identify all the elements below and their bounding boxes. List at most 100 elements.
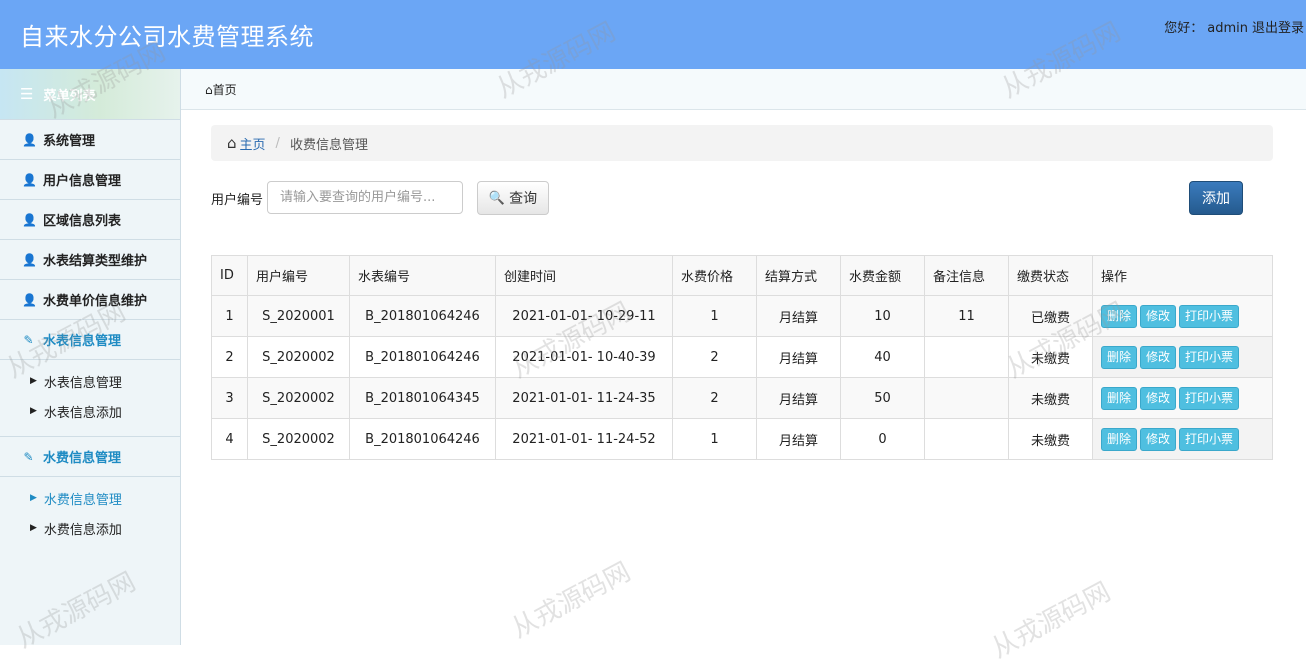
sidebar-item-label: 水费单价信息维护 — [43, 294, 148, 309]
column-header: 用户编号 — [247, 255, 350, 296]
tab-strip: ⌂首页 — [181, 69, 1306, 110]
table-cell: 2021-01-01- 10-40-39 — [495, 336, 673, 378]
table-cell: 10 — [840, 295, 925, 337]
table-cell: 1 — [211, 295, 248, 337]
column-header: ID — [211, 255, 248, 296]
table-row: 4 S_2020002 B_201801064246 2021-01-01- 1… — [211, 418, 1273, 460]
table-cell: 2 — [211, 336, 248, 378]
watermark: 从戎源码网 — [506, 556, 636, 645]
subitem-fee-add[interactable]: ▶ 水费信息添加 — [0, 513, 180, 543]
caret-right-icon: ▶ — [30, 406, 37, 416]
actions-cell: 删除 修改 打印小票 — [1092, 418, 1273, 460]
edit-button[interactable]: 修改 — [1140, 304, 1177, 328]
sidebar-item-system[interactable]: 👤 系统管理 — [0, 120, 180, 160]
subitem-meter-add[interactable]: ▶ 水表信息添加 — [0, 396, 180, 426]
print-receipt-button[interactable]: 打印小票 — [1179, 427, 1240, 451]
table-cell: 月结算 — [756, 377, 841, 419]
sidebar-item-label: 水表信息管理 — [43, 334, 122, 349]
table-cell: 50 — [840, 377, 925, 419]
sidebar-item-label: 水表结算类型维护 — [43, 254, 148, 269]
app-title: 自来水分公司水费管理系统 — [20, 23, 314, 51]
edit-icon: ✎ — [23, 332, 34, 347]
sidebar: ☰ 菜单列表 👤 系统管理 👤 用户信息管理 👤 区域信息列表 👤 水表结算类型… — [0, 69, 181, 645]
logout-link[interactable]: 退出登录 — [1252, 21, 1304, 36]
home-icon: ⌂ — [205, 83, 213, 97]
caret-right-icon: ▶ — [30, 493, 37, 503]
delete-button[interactable]: 删除 — [1101, 386, 1138, 410]
table-row: 2 S_2020002 B_201801064246 2021-01-01- 1… — [211, 336, 1273, 378]
column-header: 备注信息 — [924, 255, 1009, 296]
table-cell: 月结算 — [756, 418, 841, 460]
list-icon: ☰ — [20, 85, 34, 103]
table-cell: B_201801064246 — [349, 336, 496, 378]
watermark: 从戎源码网 — [986, 576, 1116, 665]
delete-button[interactable]: 删除 — [1101, 345, 1138, 369]
table-cell: 未缴费 — [1008, 336, 1093, 378]
user-icon: 👤 — [22, 252, 37, 267]
breadcrumb: ⌂ 主页 / 收费信息管理 — [211, 125, 1273, 161]
actions-cell: 删除 修改 打印小票 — [1092, 295, 1273, 337]
table-cell: 2021-01-01- 11-24-52 — [495, 418, 673, 460]
table-cell — [924, 418, 1009, 460]
sidebar-item-fee-management[interactable]: ✎ 水费信息管理 — [0, 437, 180, 477]
subitem-label: 水费信息添加 — [43, 522, 122, 538]
table-cell: 4 — [211, 418, 248, 460]
subitem-meter-management[interactable]: ▶ 水表信息管理 — [0, 366, 180, 396]
table-cell: S_2020002 — [247, 336, 350, 378]
print-receipt-button[interactable]: 打印小票 — [1179, 345, 1240, 369]
table-cell: S_2020001 — [247, 295, 350, 337]
table-cell: 2021-01-01- 11-24-35 — [495, 377, 673, 419]
table-cell: 3 — [211, 377, 248, 419]
caret-right-icon: ▶ — [30, 376, 37, 386]
edit-button[interactable]: 修改 — [1140, 427, 1177, 451]
user-icon: 👤 — [22, 132, 37, 147]
query-button[interactable]: 🔍 查询 — [477, 181, 549, 215]
user-icon: 👤 — [22, 212, 37, 227]
sidebar-item-settlement-type[interactable]: 👤 水表结算类型维护 — [0, 240, 180, 280]
search-input[interactable] — [267, 181, 463, 214]
breadcrumb-separator: / — [275, 135, 280, 151]
table-cell: 2 — [672, 336, 757, 378]
table-cell: B_201801064345 — [349, 377, 496, 419]
add-button[interactable]: 添加 — [1189, 181, 1243, 215]
table-cell: 未缴费 — [1008, 377, 1093, 419]
sidebar-item-unit-price[interactable]: 👤 水费单价信息维护 — [0, 280, 180, 320]
sidebar-item-label: 系统管理 — [43, 134, 96, 149]
home-icon: ⌂ — [227, 134, 237, 152]
table-cell: 2 — [672, 377, 757, 419]
subitem-fee-management[interactable]: ▶ 水费信息管理 — [0, 483, 180, 513]
column-header: 水表编号 — [349, 255, 496, 296]
print-receipt-button[interactable]: 打印小票 — [1179, 304, 1240, 328]
query-button-label: 查询 — [509, 191, 538, 207]
sidebar-item-user-info[interactable]: 👤 用户信息管理 — [0, 160, 180, 200]
table-cell: 月结算 — [756, 295, 841, 337]
app-header: 自来水分公司水费管理系统 您好： admin 退出登录 — [0, 0, 1306, 69]
sidebar-item-area-list[interactable]: 👤 区域信息列表 — [0, 200, 180, 240]
meter-submenu: ▶ 水表信息管理 ▶ 水表信息添加 — [0, 360, 180, 437]
table-cell: 0 — [840, 418, 925, 460]
column-header: 操作 — [1092, 255, 1273, 296]
table-cell: 月结算 — [756, 336, 841, 378]
column-header: 水费价格 — [672, 255, 757, 296]
table-header-row: ID 用户编号 水表编号 创建时间 水费价格 结算方式 水费金额 备注信息 缴费… — [211, 255, 1273, 296]
sidebar-header-label: 菜单列表 — [43, 88, 96, 104]
table-cell: 40 — [840, 336, 925, 378]
table-cell: 1 — [672, 295, 757, 337]
table-cell: 2021-01-01- 10-29-11 — [495, 295, 673, 337]
edit-button[interactable]: 修改 — [1140, 386, 1177, 410]
breadcrumb-home-link[interactable]: 主页 — [240, 134, 266, 153]
caret-right-icon: ▶ — [30, 523, 37, 533]
search-label: 用户编号 — [211, 193, 264, 208]
sidebar-item-meter-management[interactable]: ✎ 水表信息管理 — [0, 320, 180, 360]
user-area: 您好： admin 退出登录 — [1160, 17, 1304, 36]
tab-home[interactable]: ⌂首页 — [205, 81, 237, 98]
subitem-label: 水表信息管理 — [43, 375, 122, 391]
edit-button[interactable]: 修改 — [1140, 345, 1177, 369]
print-receipt-button[interactable]: 打印小票 — [1179, 386, 1240, 410]
greeting-label: 您好： — [1164, 21, 1204, 36]
table-cell — [924, 336, 1009, 378]
user-icon: 👤 — [22, 172, 37, 187]
delete-button[interactable]: 删除 — [1101, 304, 1138, 328]
delete-button[interactable]: 删除 — [1101, 427, 1138, 451]
sidebar-item-label: 水费信息管理 — [43, 451, 122, 466]
